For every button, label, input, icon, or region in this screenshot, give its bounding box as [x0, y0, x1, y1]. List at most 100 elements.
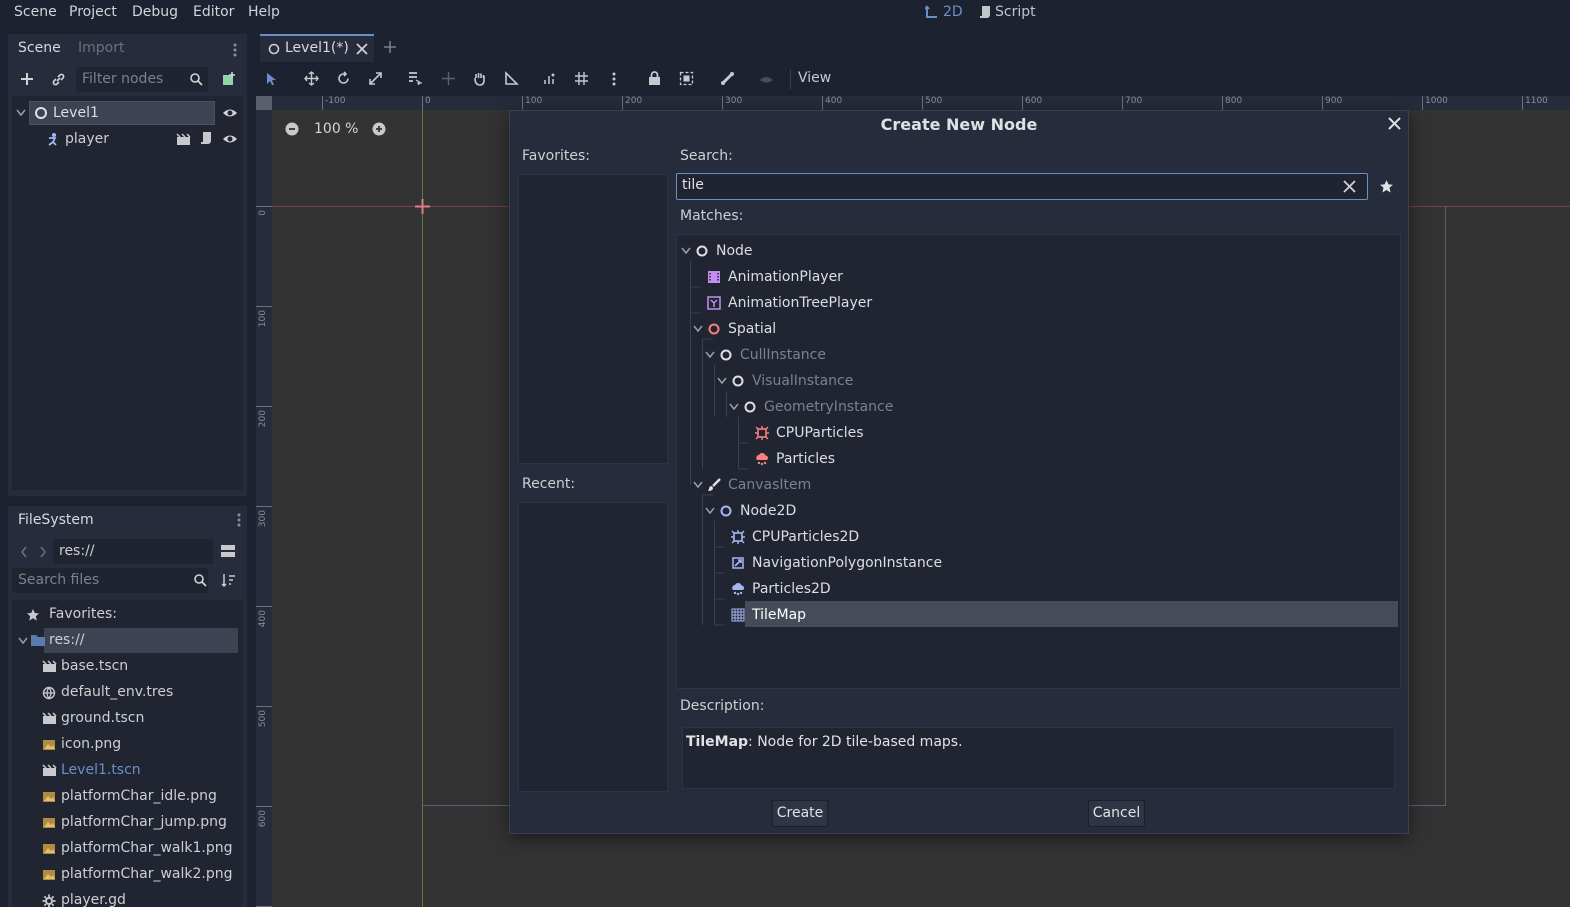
visibility-eye-icon[interactable]: [222, 106, 238, 120]
forward-arrow-icon[interactable]: [39, 546, 47, 558]
scale-icon[interactable]: [368, 71, 383, 86]
split-view-icon[interactable]: [220, 544, 236, 558]
dock-menu-icon[interactable]: [237, 512, 241, 528]
sort-icon[interactable]: [221, 573, 236, 587]
tab-scene[interactable]: Scene: [18, 40, 61, 56]
chevron-down-icon[interactable]: [16, 109, 26, 117]
file-item-label[interactable]: icon.png: [61, 736, 121, 752]
select-arrow-icon[interactable]: [265, 72, 278, 86]
chevron-down-icon[interactable]: [693, 481, 703, 491]
close-icon[interactable]: [1388, 117, 1401, 130]
add-tab-icon[interactable]: [383, 40, 397, 54]
match-cpuparticles[interactable]: CPUParticles: [754, 420, 864, 446]
group-icon[interactable]: [679, 71, 694, 86]
move-icon[interactable]: [304, 71, 319, 86]
match-spatial[interactable]: Spatial: [706, 316, 776, 342]
file-item-label[interactable]: default_env.tres: [61, 684, 173, 700]
path-field[interactable]: res://: [53, 539, 213, 564]
visibility-icon[interactable]: [759, 71, 774, 86]
menu-project[interactable]: Project: [69, 4, 117, 20]
zoom-level[interactable]: 100 %: [314, 121, 358, 137]
file-item-label[interactable]: ground.tscn: [61, 710, 144, 726]
chevron-down-icon[interactable]: [693, 325, 703, 335]
match-cullinstance[interactable]: CullInstance: [718, 342, 826, 368]
file-item-label[interactable]: player.gd: [61, 892, 126, 907]
pivot-icon[interactable]: [441, 71, 456, 86]
ruler-tick: [256, 806, 272, 807]
bone-icon[interactable]: [720, 71, 735, 86]
match-geometryinstance[interactable]: GeometryInstance: [742, 394, 893, 420]
file-item-label[interactable]: Level1.tscn: [61, 762, 141, 778]
match-label: Particles: [776, 451, 836, 467]
menu-help[interactable]: Help: [248, 4, 280, 20]
favorite-star-icon[interactable]: [1379, 179, 1394, 194]
file-item-label[interactable]: base.tscn: [61, 658, 128, 674]
zoom-out-icon[interactable]: [285, 122, 299, 136]
file-item-label[interactable]: platformChar_walk1.png: [61, 840, 233, 856]
list-select-icon[interactable]: [407, 71, 422, 86]
matches-tree[interactable]: Node AnimationPlayer AnimationTreePlayer…: [676, 234, 1401, 689]
ruler-label: 600: [1025, 96, 1043, 106]
ruler-icon[interactable]: [504, 71, 519, 86]
chevron-down-icon[interactable]: [729, 403, 739, 413]
dock-menu-icon[interactable]: [233, 42, 237, 58]
script-icon[interactable]: [200, 131, 212, 145]
add-node-icon[interactable]: [20, 72, 34, 86]
favorites-list[interactable]: [518, 174, 668, 464]
tab-import[interactable]: Import: [78, 40, 124, 56]
match-canvasitem[interactable]: CanvasItem: [706, 472, 811, 498]
zoom-in-icon[interactable]: [372, 122, 386, 136]
chevron-down-icon[interactable]: [717, 377, 727, 387]
search-files-input[interactable]: Search files: [12, 568, 208, 593]
node-search-input[interactable]: tile: [676, 173, 1368, 200]
ruler-label: 400: [825, 96, 843, 106]
file-item-label[interactable]: platformChar_idle.png: [61, 788, 217, 804]
pan-hand-icon[interactable]: [472, 71, 487, 86]
close-icon[interactable]: [356, 43, 368, 55]
filter-nodes-input[interactable]: Filter nodes: [76, 67, 208, 92]
open-in-editor-icon[interactable]: [176, 133, 191, 146]
match-visualinstance[interactable]: VisualInstance: [730, 368, 853, 394]
workspace-script-button[interactable]: Script: [979, 4, 1036, 20]
match-animationtreeplayer[interactable]: AnimationTreePlayer: [706, 290, 872, 316]
match-tilemap[interactable]: TileMap: [730, 602, 806, 628]
match-navigationpolygoninstance[interactable]: NavigationPolygonInstance: [730, 550, 942, 576]
visibility-eye-icon[interactable]: [222, 132, 238, 146]
matches-heading: Matches:: [680, 208, 744, 224]
clear-search-icon[interactable]: [1343, 180, 1356, 193]
smart-snap-icon[interactable]: [543, 71, 558, 86]
menu-editor[interactable]: Editor: [193, 4, 234, 20]
lock-icon[interactable]: [648, 71, 661, 86]
grid-snap-icon[interactable]: [574, 71, 589, 86]
match-node[interactable]: Node: [694, 238, 753, 264]
tab-filesystem[interactable]: FileSystem: [18, 512, 94, 528]
match-particles[interactable]: Particles: [754, 446, 835, 472]
view-menu[interactable]: View: [798, 70, 831, 86]
workspace-script-label: Script: [995, 4, 1036, 20]
match-node2d[interactable]: Node2D: [718, 498, 796, 524]
recent-list[interactable]: [518, 502, 668, 792]
match-animationplayer[interactable]: AnimationPlayer: [706, 264, 843, 290]
create-button[interactable]: Create: [772, 800, 828, 827]
match-label: AnimationTreePlayer: [728, 295, 873, 311]
instance-scene-icon[interactable]: [221, 71, 237, 87]
menu-debug[interactable]: Debug: [132, 4, 178, 20]
tab-level1[interactable]: Level1(*): [260, 34, 374, 62]
workspace-2d-button[interactable]: 2D: [925, 4, 963, 20]
menu-scene[interactable]: Scene: [14, 4, 57, 20]
node-circle-icon: [694, 243, 710, 259]
particles-2d-cloud-icon: [730, 581, 746, 597]
back-arrow-icon[interactable]: [20, 546, 28, 558]
rotate-icon[interactable]: [336, 71, 351, 86]
chevron-down-icon[interactable]: [681, 247, 691, 257]
file-item-label[interactable]: platformChar_walk2.png: [61, 866, 233, 882]
chevron-down-icon[interactable]: [705, 507, 715, 517]
chevron-down-icon[interactable]: [18, 637, 28, 645]
more-options-icon[interactable]: [612, 71, 616, 87]
link-icon[interactable]: [51, 72, 66, 87]
match-cpuparticles2d[interactable]: CPUParticles2D: [730, 524, 859, 550]
match-particles2d[interactable]: Particles2D: [730, 576, 831, 602]
cancel-button[interactable]: Cancel: [1088, 800, 1145, 827]
file-item-label[interactable]: platformChar_jump.png: [61, 814, 227, 830]
chevron-down-icon[interactable]: [705, 351, 715, 361]
